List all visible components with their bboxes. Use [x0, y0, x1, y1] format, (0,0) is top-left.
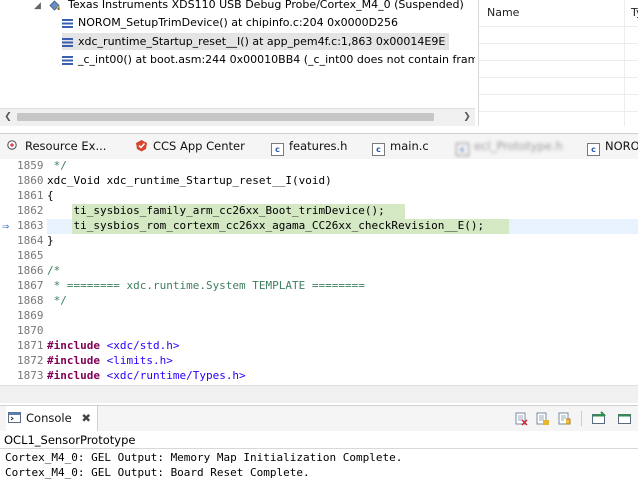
line-number: 1867 [17, 279, 44, 292]
line-number: 1862 [17, 204, 44, 217]
app-center-icon [136, 140, 147, 152]
stack-frame-row-selected[interactable]: xdc_runtime_Startup_reset__I() at app_pe… [62, 33, 450, 50]
row-divider [479, 43, 638, 44]
debug-horizontal-scrollbar[interactable]: ❮ ❯ [0, 108, 475, 126]
code-line: */ [47, 159, 67, 172]
line-number: 1869 [17, 309, 44, 322]
include-path: <xdc/std.h> [99, 339, 180, 352]
stack-frame-label: xdc_runtime_Startup_reset__I() at app_pe… [78, 35, 446, 48]
tab-main-c[interactable]: c main.c [372, 134, 429, 159]
c-source-file-icon: c [587, 143, 600, 156]
row-divider [479, 94, 638, 95]
code-line: /* [47, 264, 61, 277]
code-line-current: ti_sysbios_rom_cortexm_cc26xx_agama_CC26… [47, 219, 485, 232]
editor-horizontal-scrollbar[interactable] [0, 385, 638, 403]
include-keyword: #include [47, 339, 100, 352]
display-console-icon[interactable] [617, 411, 632, 426]
include-path: <limits.h> [99, 354, 173, 367]
word-wrap-icon[interactable] [557, 411, 572, 426]
row-divider [479, 111, 638, 112]
column-header-name[interactable]: Name [487, 0, 519, 26]
debug-target-icon [48, 0, 60, 11]
line-number: 1873 [17, 369, 44, 382]
stack-frame-icon [62, 18, 73, 28]
console-tab-bar: Console ✖ [0, 405, 638, 431]
tab-label: Resource Ex... [25, 139, 107, 153]
tab-features-h[interactable]: c features.h [271, 134, 347, 159]
tab-label: ecl_Prototype.h [474, 139, 563, 153]
instruction-pointer-icon: ⇒ [2, 219, 10, 233]
stack-frame-row[interactable]: NOROM_SetupTrimDevice() at chipinfo.c:20… [62, 14, 398, 31]
line-number: 1859 [17, 159, 44, 172]
code-line: #include <limits.h> [47, 354, 173, 367]
tab-label: features.h [289, 139, 348, 153]
code-line: { [47, 189, 54, 202]
stack-frame-row[interactable]: _c_int00() at boot.asm:244 0x00010BB4 (_… [62, 51, 475, 68]
resource-explorer-icon [7, 140, 17, 150]
console-divider [0, 448, 638, 449]
code-line: #include <xdc/std.h> [47, 339, 179, 352]
scrollbar-thumb[interactable] [17, 113, 434, 121]
include-keyword: #include [47, 369, 100, 382]
pin-console-icon[interactable] [591, 411, 606, 426]
tab-label: Console [26, 411, 72, 425]
debug-probe-label: Texas Instruments XDS110 USB Debug Probe… [68, 0, 464, 11]
line-number: 1860 [17, 174, 44, 187]
console-icon [8, 412, 21, 423]
code-line: * ======== xdc.runtime.System TEMPLATE =… [47, 279, 365, 292]
console-view[interactable]: OCL1_SensorPrototype Cortex_M4_0: GEL Ou… [0, 431, 638, 491]
code-line: ti_sysbios_family_arm_cc26xx_Boot_trimDe… [47, 204, 385, 217]
code-line: */ [47, 294, 67, 307]
variables-view: Name Ty [478, 0, 638, 126]
tab-ccs-app-center[interactable]: CCS App Center [135, 134, 245, 159]
column-divider[interactable] [624, 0, 625, 126]
code-line: } [47, 234, 54, 247]
close-icon[interactable]: ✖ [81, 411, 91, 425]
code-line: #include <xdc/runtime/Types.h> [47, 369, 246, 382]
tab-norom-file[interactable]: c NOROI [587, 134, 638, 159]
scroll-lock-icon[interactable] [535, 411, 550, 426]
line-number: 1871 [17, 339, 44, 352]
tab-label: CCS App Center [153, 139, 245, 153]
tab-resource-explorer[interactable]: Resource Ex... [7, 134, 106, 159]
tab-blurred-file[interactable]: c ecl_Prototype.h [456, 134, 563, 159]
line-number: 1863 [17, 219, 44, 232]
c-source-file-icon: c [456, 143, 469, 156]
console-title: OCL1_SensorPrototype [4, 433, 136, 447]
console-output-line: Cortex_M4_0: GEL Output: Board Reset Com… [5, 466, 310, 479]
code-editor[interactable]: ⇒ 1859 */ 1860 xdc_Void xdc_runtime_Star… [0, 159, 638, 385]
include-path: <xdc/runtime/Types.h> [99, 369, 246, 382]
line-number: 1866 [17, 264, 44, 277]
line-number: 1861 [17, 189, 44, 202]
line-number: 1872 [17, 354, 44, 367]
line-number: 1865 [17, 249, 44, 262]
toolbar-separator [581, 411, 582, 426]
tab-label: NOROI [605, 139, 638, 153]
c-header-file-icon: c [271, 143, 284, 156]
header-divider [479, 26, 638, 27]
scroll-right-icon[interactable]: ❯ [459, 109, 475, 126]
editor-tab-bar: Resource Ex... CCS App Center c features.… [0, 133, 638, 160]
stack-frame-icon [62, 37, 73, 47]
c-source-file-icon: c [372, 143, 385, 156]
tab-console[interactable]: Console ✖ [6, 406, 98, 431]
expand-chevron-icon[interactable]: ◢ [34, 0, 44, 15]
row-divider [479, 77, 638, 78]
debug-probe-node[interactable]: ◢ Texas Instruments XDS110 USB Debug Pro… [34, 0, 464, 13]
tab-label: main.c [390, 139, 429, 153]
line-number: 1870 [17, 324, 44, 337]
line-number: 1864 [17, 234, 44, 247]
scroll-left-icon[interactable]: ❮ [0, 109, 16, 126]
line-number: 1868 [17, 294, 44, 307]
console-output-line: Cortex_M4_0: GEL Output: Memory Map Init… [5, 451, 403, 464]
include-keyword: #include [47, 354, 100, 367]
stack-frame-icon [62, 55, 73, 65]
stack-frame-label: NOROM_SetupTrimDevice() at chipinfo.c:20… [78, 16, 399, 29]
clear-console-icon[interactable] [514, 411, 529, 426]
stack-frame-label: _c_int00() at boot.asm:244 0x00010BB4 (_… [78, 53, 475, 66]
code-line: xdc_Void xdc_runtime_Startup_reset__I(vo… [47, 174, 332, 187]
row-divider [479, 60, 638, 61]
column-header-type[interactable]: Ty [631, 0, 638, 26]
